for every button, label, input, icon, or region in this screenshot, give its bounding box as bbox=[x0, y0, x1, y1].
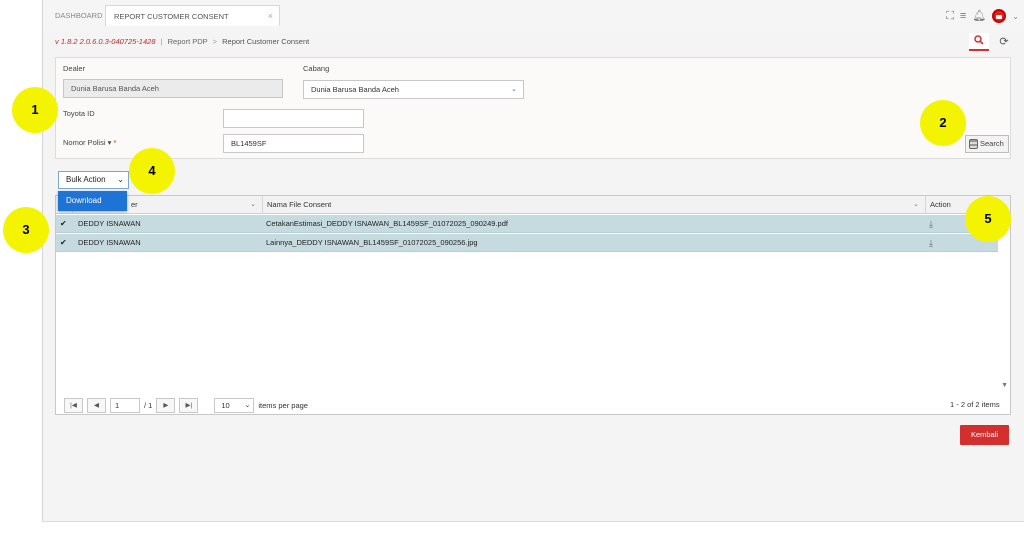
tab-dashboard[interactable]: DASHBOARD bbox=[47, 5, 111, 26]
caret-down-icon[interactable]: ▾ bbox=[108, 138, 112, 147]
required-mark: * bbox=[113, 138, 117, 147]
header-icons: ⛶ ≡ 🔔︎ ⌄ bbox=[946, 6, 1019, 26]
app-window: DASHBOARD REPORT CUSTOMER CONSENT × ⛶ ≡ … bbox=[42, 0, 1024, 534]
tab-label: REPORT CUSTOMER CONSENT bbox=[114, 12, 229, 21]
page-input[interactable]: 1 bbox=[110, 397, 140, 413]
download-icon[interactable]: ⤓ bbox=[929, 234, 933, 252]
cabang-select[interactable]: Dunia Barusa Banda Aceh ⌄ bbox=[303, 80, 524, 99]
database-search-icon bbox=[969, 139, 978, 149]
menu-icon[interactable]: ≡ bbox=[960, 6, 966, 26]
column-header-label: Nama File Consent bbox=[267, 200, 332, 209]
close-icon[interactable]: × bbox=[268, 6, 273, 27]
refresh-icon[interactable]: ⟳ bbox=[995, 33, 1013, 51]
bulk-action-select[interactable]: Bulk Action ⌄ bbox=[58, 171, 129, 189]
search-icon-graphic bbox=[974, 35, 984, 45]
marker-4: 4 bbox=[129, 148, 175, 194]
marker-5: 5 bbox=[965, 196, 1011, 242]
check-icon[interactable]: ✔ bbox=[60, 234, 67, 252]
next-page-icon[interactable]: ▶ bbox=[156, 397, 176, 413]
chevron-down-icon: ⌄ bbox=[511, 86, 517, 93]
cabang-label: Cabang bbox=[303, 64, 330, 73]
table-row[interactable]: ✔ DEDDY ISNAWAN Lainnya_DEDDY ISNAWAN_BL… bbox=[56, 234, 998, 252]
cabang-value: Dunia Barusa Banda Aceh bbox=[311, 85, 399, 94]
chevron-down-icon[interactable]: ⌄ bbox=[250, 196, 256, 214]
marker-2: 2 bbox=[920, 100, 966, 146]
tab-report-customer-consent[interactable]: REPORT CUSTOMER CONSENT × bbox=[105, 5, 280, 26]
breadcrumb-report-pdp[interactable]: Report PDP bbox=[168, 37, 208, 46]
expand-icon[interactable]: ⛶ bbox=[946, 6, 954, 26]
pager: |◀ ◀ 1 / 1 ▶ ▶| 10 ⌄ items per page bbox=[64, 397, 308, 413]
filter-panel: Dealer Dunia Barusa Banda Aceh Cabang Du… bbox=[55, 57, 1011, 159]
search-icon[interactable] bbox=[969, 33, 989, 51]
cell-name: DEDDY ISNAWAN bbox=[78, 238, 141, 247]
scroll-down-icon[interactable]: ▼ bbox=[1001, 382, 1008, 389]
check-icon[interactable]: ✔ bbox=[60, 215, 67, 233]
pager-info: 1 - 2 of 2 items bbox=[950, 400, 1000, 409]
chevron-down-icon: ⌄ bbox=[244, 401, 251, 409]
breadcrumb-separator: | bbox=[160, 37, 163, 46]
marker-3: 3 bbox=[3, 207, 49, 253]
cell-file: CetakanEstimasi_DEDDY ISNAWAN_BL1459SF_0… bbox=[266, 219, 508, 228]
marker-1: 1 bbox=[12, 87, 58, 133]
download-icon[interactable]: ⤓ bbox=[929, 215, 933, 233]
per-page-label: items per page bbox=[258, 400, 308, 410]
last-page-icon[interactable]: ▶| bbox=[179, 397, 199, 413]
chevron-down-icon: ⌄ bbox=[117, 175, 124, 184]
prev-page-icon[interactable]: ◀ bbox=[87, 397, 106, 413]
breadcrumb: v 1.8.2 2.0.6.0.3-040725-1428 | Report P… bbox=[55, 33, 1015, 51]
bulk-action-label: Bulk Action bbox=[66, 175, 106, 184]
tab-bar: DASHBOARD REPORT CUSTOMER CONSENT × ⛶ ≡ … bbox=[43, 0, 1024, 32]
cell-name: DEDDY ISNAWAN bbox=[78, 219, 141, 228]
avatar[interactable] bbox=[992, 9, 1007, 23]
table-row[interactable]: ✔ DEDDY ISNAWAN CetakanEstimasi_DEDDY IS… bbox=[56, 215, 998, 233]
dealer-label: Dealer bbox=[63, 64, 86, 73]
page-size-value: 10 bbox=[221, 400, 230, 410]
nomor-polisi-input[interactable]: BL1459SF bbox=[223, 134, 364, 153]
consent-table: er ⌄ Nama File Consent ⌄ Action ✔ DEDDY … bbox=[55, 195, 1011, 415]
dealer-field: Dunia Barusa Banda Aceh bbox=[63, 79, 283, 98]
first-page-icon[interactable]: |◀ bbox=[64, 397, 83, 413]
nomor-polisi-label[interactable]: Nomor Polisi ▾ * bbox=[63, 138, 116, 147]
kembali-button[interactable]: Kembali bbox=[960, 425, 1009, 445]
search-button[interactable]: Search bbox=[965, 135, 1009, 153]
cell-file: Lainnya_DEDDY ISNAWAN_BL1459SF_01072025_… bbox=[266, 238, 478, 247]
toyota-id-label: Toyota ID bbox=[63, 109, 95, 118]
chevron-down-icon[interactable]: ⌄ bbox=[1012, 12, 1019, 21]
bell-icon[interactable]: 🔔︎ bbox=[972, 6, 986, 26]
search-button-label: Search bbox=[980, 139, 1004, 148]
chevron-down-icon[interactable]: ⌄ bbox=[913, 196, 919, 214]
page-size-select[interactable]: 10 ⌄ bbox=[214, 397, 255, 413]
column-header-label: er bbox=[131, 200, 138, 209]
bottom-strip bbox=[42, 521, 1024, 534]
column-header-file[interactable]: Nama File Consent ⌄ bbox=[262, 196, 925, 214]
bulk-action-option-download[interactable]: Download bbox=[58, 191, 127, 211]
breadcrumb-current: Report Customer Consent bbox=[222, 37, 310, 46]
toyota-id-input[interactable] bbox=[223, 109, 364, 128]
version-label: v 1.8.2 2.0.6.0.3-040725-1428 bbox=[55, 37, 156, 46]
nomor-polisi-label-text: Nomor Polisi bbox=[63, 138, 106, 147]
table-header: er ⌄ Nama File Consent ⌄ Action bbox=[56, 196, 1010, 214]
breadcrumb-separator: > bbox=[212, 37, 218, 46]
page-count: / 1 bbox=[144, 400, 153, 410]
